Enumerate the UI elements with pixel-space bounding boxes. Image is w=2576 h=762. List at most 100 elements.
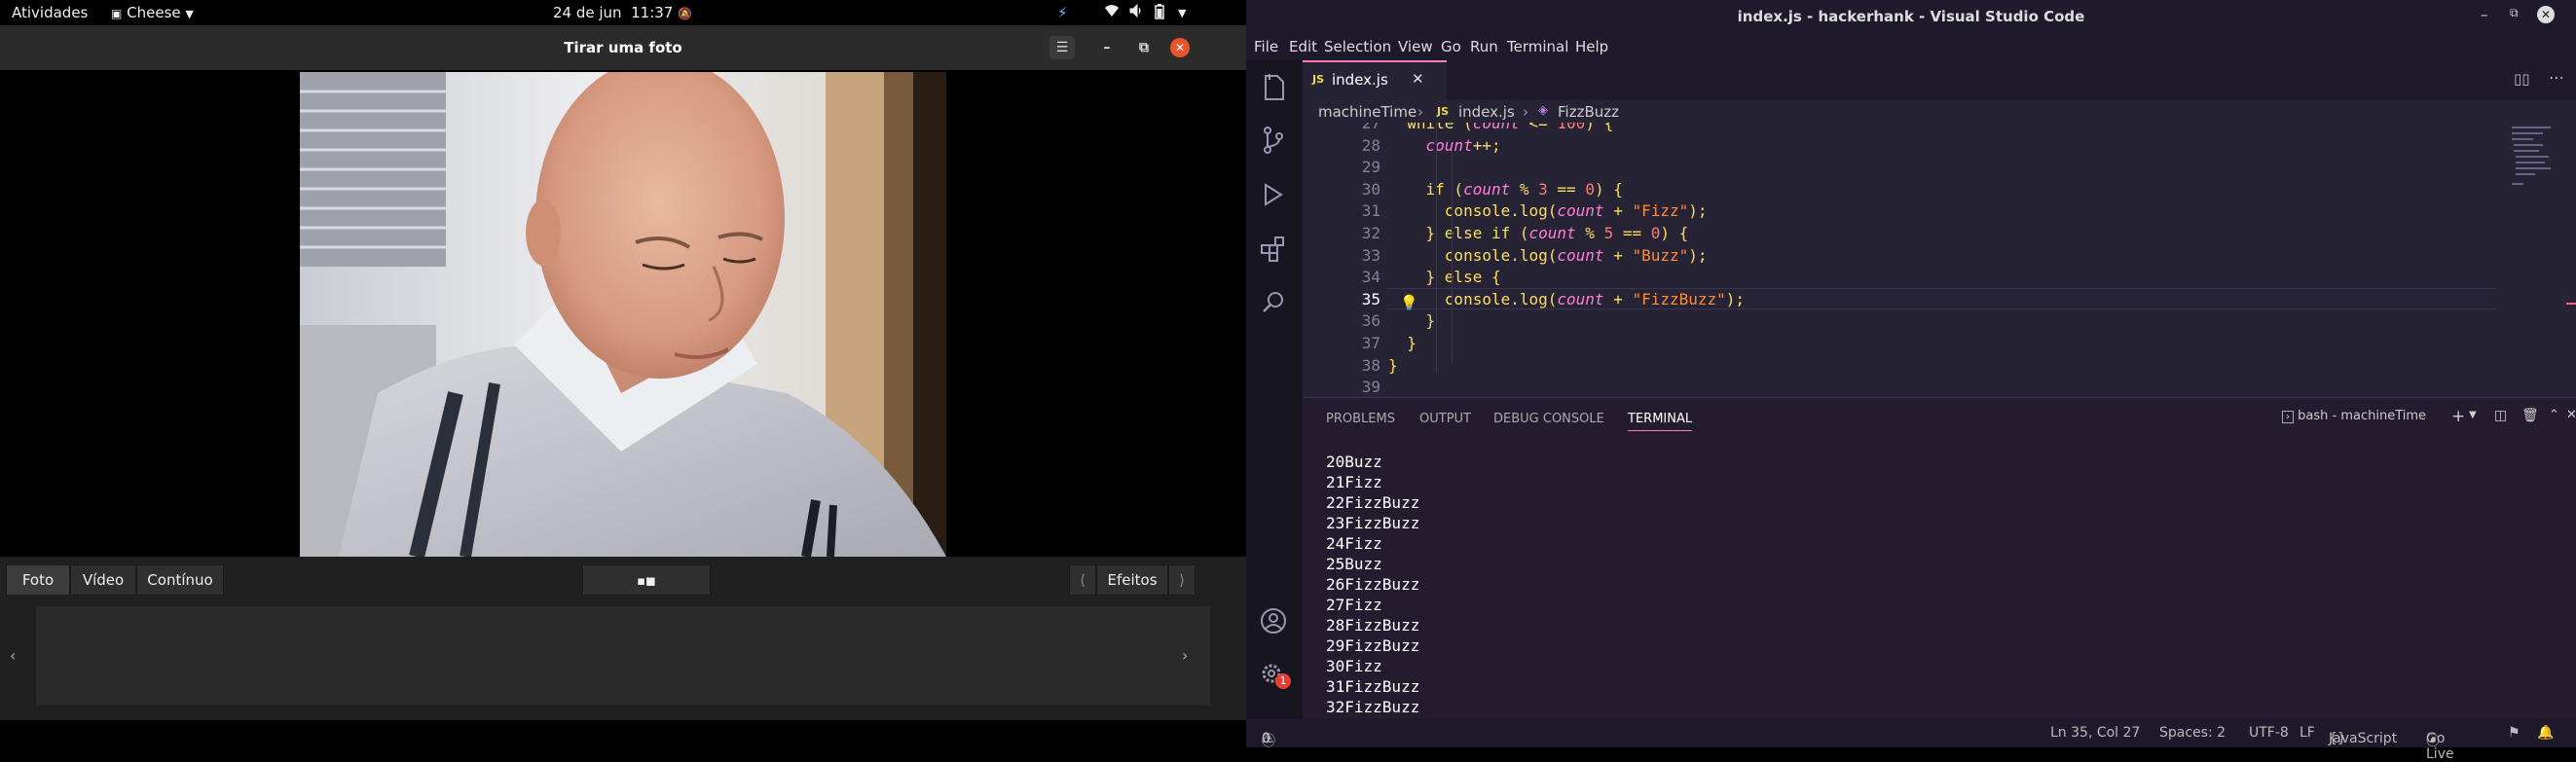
effects-button[interactable]: Efeitos [1096,564,1168,596]
app-menu-cheese[interactable]: ▣ Cheese ▼ [111,4,194,21]
split-editor-icon[interactable]: ▯▯ [2514,70,2530,88]
code-token: "Buzz" [1632,245,1689,265]
take-photo-button[interactable]: ▪◼ [582,564,711,596]
settings-gear-icon[interactable]: 1 [1256,656,1291,691]
terminal-icon: › [2282,411,2294,423]
encoding[interactable]: UTF-8 [2249,725,2289,741]
mode-burst-button[interactable]: Contínuo [136,564,224,596]
indent-guide [1436,123,1437,372]
code-view[interactable]: 27 while (count <= 100) {28 count++; 29 30… [1303,123,2520,397]
tab-problems[interactable]: PROBLEMS [1326,412,1395,426]
hamburger-menu-button[interactable]: ☰ [1049,36,1075,59]
battery-icon[interactable] [1155,4,1164,23]
tab-terminal[interactable]: TERMINAL [1628,412,1693,431]
line-number: 36 [1361,311,1380,331]
cursor-position[interactable]: Ln 35, Col 27 [2050,725,2140,741]
split-terminal-icon[interactable]: ◫ [2494,408,2507,423]
source-control-icon[interactable] [1256,123,1291,158]
chevron-down-icon[interactable]: ▼ [2469,410,2477,420]
restore-icon[interactable]: ⧉ [2510,6,2519,20]
menu-file[interactable]: File [1254,38,1278,55]
minimize-icon: – [1103,40,1111,55]
code-token: + [1603,245,1633,265]
tab-index-js[interactable]: JS index.js ✕ [1303,60,1447,99]
wifi-icon[interactable] [1104,4,1120,21]
menu-help[interactable]: Help [1575,38,1608,55]
notifications-bell-icon[interactable]: 🔔 [2537,725,2554,741]
terminal-line: 20Buzz [1326,453,1382,471]
accounts-icon[interactable] [1256,603,1291,638]
close-button[interactable]: ✕ [1170,38,1190,57]
activities-button[interactable]: Atividades [12,4,88,21]
terminal-line: 23FizzBuzz [1326,514,1420,532]
lightbulb-icon[interactable]: 💡 [1400,294,1418,311]
code-token: == [1613,224,1651,242]
accessibility-icon[interactable]: ⚡ [1057,4,1068,21]
more-actions-icon[interactable]: ⋯ [2549,68,2564,87]
line-number: 29 [1361,158,1380,177]
thumbnails-scroll-left-icon[interactable]: ‹ [10,646,16,665]
run-debug-icon[interactable] [1256,177,1291,212]
tab-close-icon[interactable]: ✕ [1412,70,1424,88]
chevron-down-icon: ▼ [185,8,194,20]
code-token: count [1557,245,1604,265]
close-icon[interactable]: ✕ [2537,6,2555,23]
explorer-icon[interactable] [1256,70,1291,105]
bell-muted-icon: 🔕 [678,7,693,20]
line-number: 28 [1361,135,1380,155]
menu-run[interactable]: Run [1470,38,1498,55]
terminal-selector[interactable]: › bash - machineTime [2282,409,2426,423]
maximize-button[interactable]: ⧉ [1131,36,1157,59]
clock[interactable]: 24 de jun 11:37 🔕 [553,4,692,21]
code-token: } else { [1388,268,1501,287]
tab-output[interactable]: OUTPUT [1419,412,1471,426]
cheese-bottom-bar: Foto Vídeo Contínuo ▪◼ ⟨ Efeitos ⟩ ‹ › [0,557,1246,747]
go-live-label: Go Live [2426,731,2454,762]
code-token: % [1575,224,1604,242]
system-menu-chevron-icon[interactable]: ▼ [1178,7,1186,19]
menu-view[interactable]: View [1398,38,1433,55]
menu-terminal[interactable]: Terminal [1507,38,1568,55]
menu-edit[interactable]: Edit [1289,38,1317,55]
vscode-window: index.js - hackerhank - Visual Studio Co… [1246,0,2576,762]
camera-icon: ▣ [111,7,123,20]
code-token: ); [1725,289,1746,308]
minimize-icon[interactable]: – [2481,6,2488,23]
minimap[interactable] [2510,123,2568,191]
search-icon[interactable] [1256,286,1291,321]
volume-icon[interactable] [1129,3,1145,21]
code-token: "FizzBuzz" [1632,289,1726,308]
terminal-line: 28FizzBuzz [1326,616,1420,635]
code-token: count [1463,179,1511,199]
breadcrumb-symbol[interactable]: FizzBuzz [1558,103,1619,121]
terminal-output[interactable]: 20Buzz 21Fizz 22FizzBuzz 23FizzBuzz 24Fizz 25… [1303,453,2568,717]
tab-debug-console[interactable]: DEBUG CONSOLE [1493,412,1604,426]
menu-selection[interactable]: Selection [1324,38,1391,55]
breadcrumb-folder[interactable]: machineTime [1318,103,1417,121]
new-terminal-plus-icon[interactable]: + [2451,407,2465,426]
thumbnails-scroll-right-icon[interactable]: › [1182,646,1188,665]
code-line: } [1388,356,1398,375]
extensions-icon[interactable] [1256,232,1291,267]
effects-next-button[interactable]: ⟩ [1168,564,1196,596]
terminal-name: bash - machineTime [2298,409,2427,423]
breadcrumb-file[interactable]: index.js [1458,103,1515,121]
status-bar: ⓧ 0 ⚠ 0 Ln 35, Col 27 Spaces: 2 UTF-8 LF… [1246,719,2576,762]
language-label: JavaScript [2329,731,2398,746]
mode-photo-button[interactable]: Foto [6,564,70,596]
feedback-icon[interactable]: ⚑ [2508,725,2521,741]
menu-go[interactable]: Go [1441,38,1461,55]
minimize-button[interactable]: – [1094,36,1120,59]
code-token: 5 [1603,224,1614,242]
code-token: "Fizz" [1632,201,1689,221]
code-token: count [1557,289,1604,308]
line-number: 32 [1361,224,1380,242]
trash-icon[interactable]: 🗑 [2521,408,2539,423]
code-token: ++; [1472,135,1501,155]
mode-video-button[interactable]: Vídeo [70,564,136,596]
close-panel-icon[interactable]: ✕ [2566,408,2576,422]
indentation[interactable]: Spaces: 2 [2159,725,2226,741]
effects-prev-button[interactable]: ⟨ [1069,564,1096,596]
line-ending[interactable]: LF [2300,725,2315,741]
maximize-panel-icon[interactable]: ⌃ [2549,408,2559,422]
